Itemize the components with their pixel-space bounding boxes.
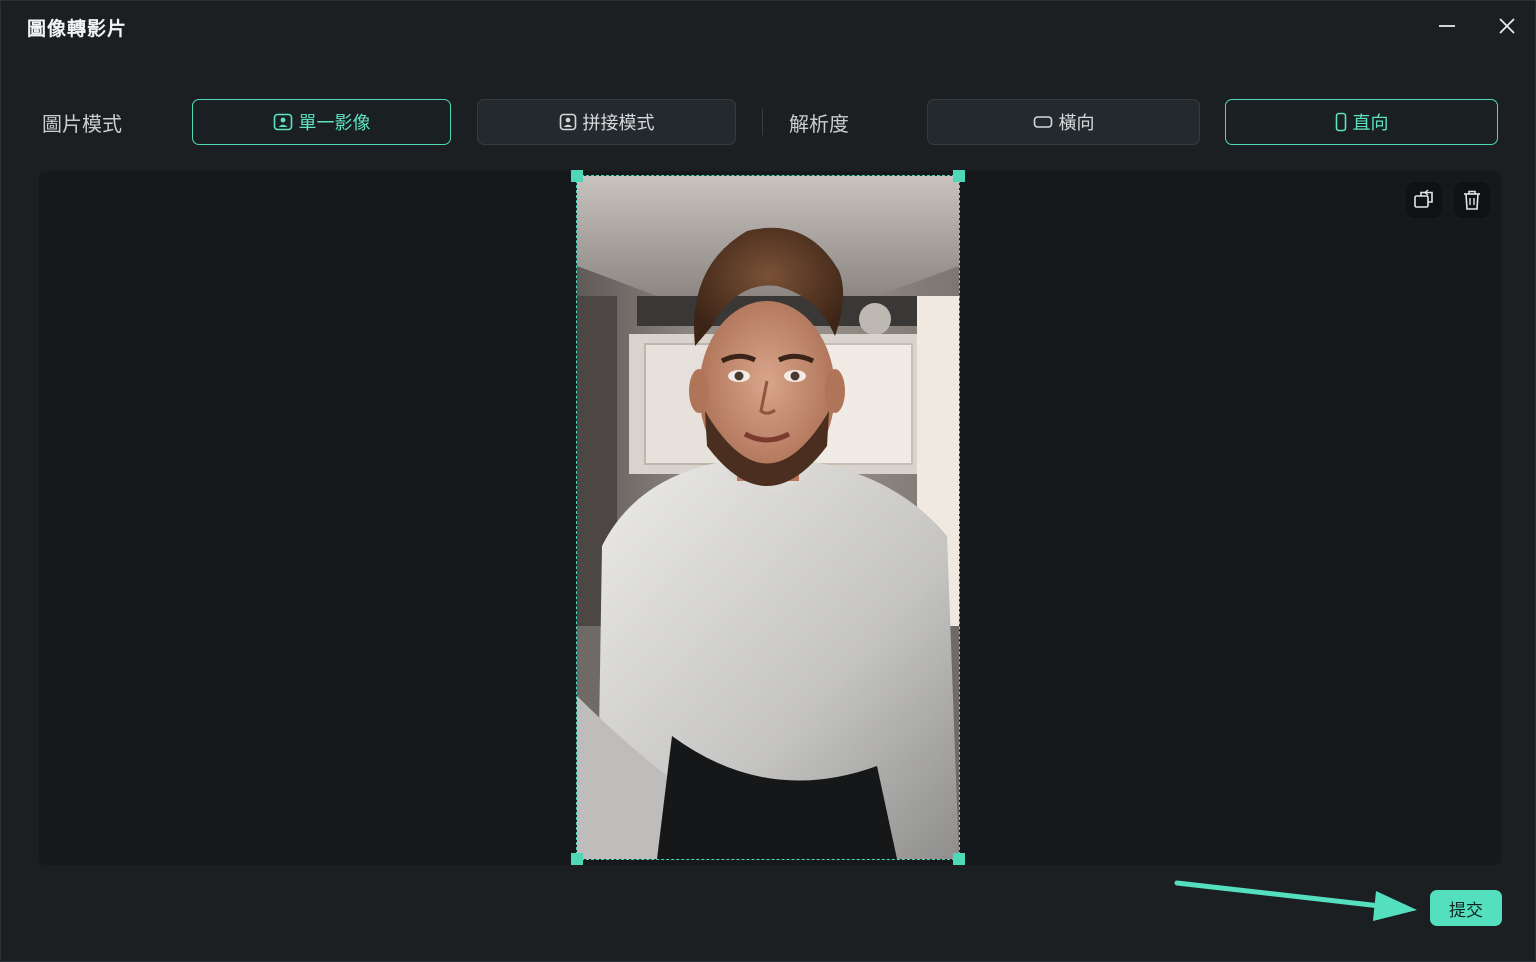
image-mode-label: 圖片模式 <box>42 112 122 136</box>
submit-button[interactable]: 提交 <box>1430 890 1502 926</box>
landscape-label: 橫向 <box>1058 113 1095 134</box>
toolbar-divider <box>762 109 763 135</box>
image-to-video-dialog: 圖像轉影片 圖片模式 單一影像 拼接模式 解析度 橫向 直向 提交 <box>0 0 1536 962</box>
close-button[interactable] <box>1491 11 1523 41</box>
submit-label: 提交 <box>1449 900 1483 921</box>
single-image-label: 單一影像 <box>298 113 371 134</box>
arrow-pointer-icon <box>1174 880 1417 921</box>
portrait-label: 直向 <box>1352 113 1389 134</box>
crop-handle-top-right[interactable] <box>953 170 965 182</box>
crop-handle-bottom-right[interactable] <box>953 853 965 865</box>
replace-image-icon <box>1414 189 1433 208</box>
portrait-button[interactable]: 直向 <box>1225 99 1498 145</box>
portrait-rect-icon <box>1335 112 1346 132</box>
portrait-frame-icon <box>273 113 292 131</box>
title-bar: 圖像轉影片 <box>1 1 1536 51</box>
portrait-frame-icon <box>559 113 576 131</box>
minimize-icon <box>1439 25 1455 27</box>
delete-image-button[interactable] <box>1454 182 1490 218</box>
collage-mode-label: 拼接模式 <box>582 113 655 134</box>
collage-mode-button[interactable]: 拼接模式 <box>477 99 736 145</box>
portrait-photo <box>577 176 959 859</box>
crop-handle-bottom-left[interactable] <box>571 853 583 865</box>
landscape-rect-icon <box>1033 116 1052 128</box>
minimize-button[interactable] <box>1431 11 1463 41</box>
crop-handle-top-left[interactable] <box>571 170 583 182</box>
window-title: 圖像轉影片 <box>27 18 128 40</box>
single-image-button[interactable]: 單一影像 <box>192 99 451 145</box>
close-icon <box>1499 18 1515 34</box>
preview-image[interactable] <box>577 176 959 859</box>
replace-image-button[interactable] <box>1406 182 1442 218</box>
landscape-button[interactable]: 橫向 <box>927 99 1200 145</box>
trash-icon <box>1464 190 1480 210</box>
resolution-label: 解析度 <box>789 112 849 136</box>
